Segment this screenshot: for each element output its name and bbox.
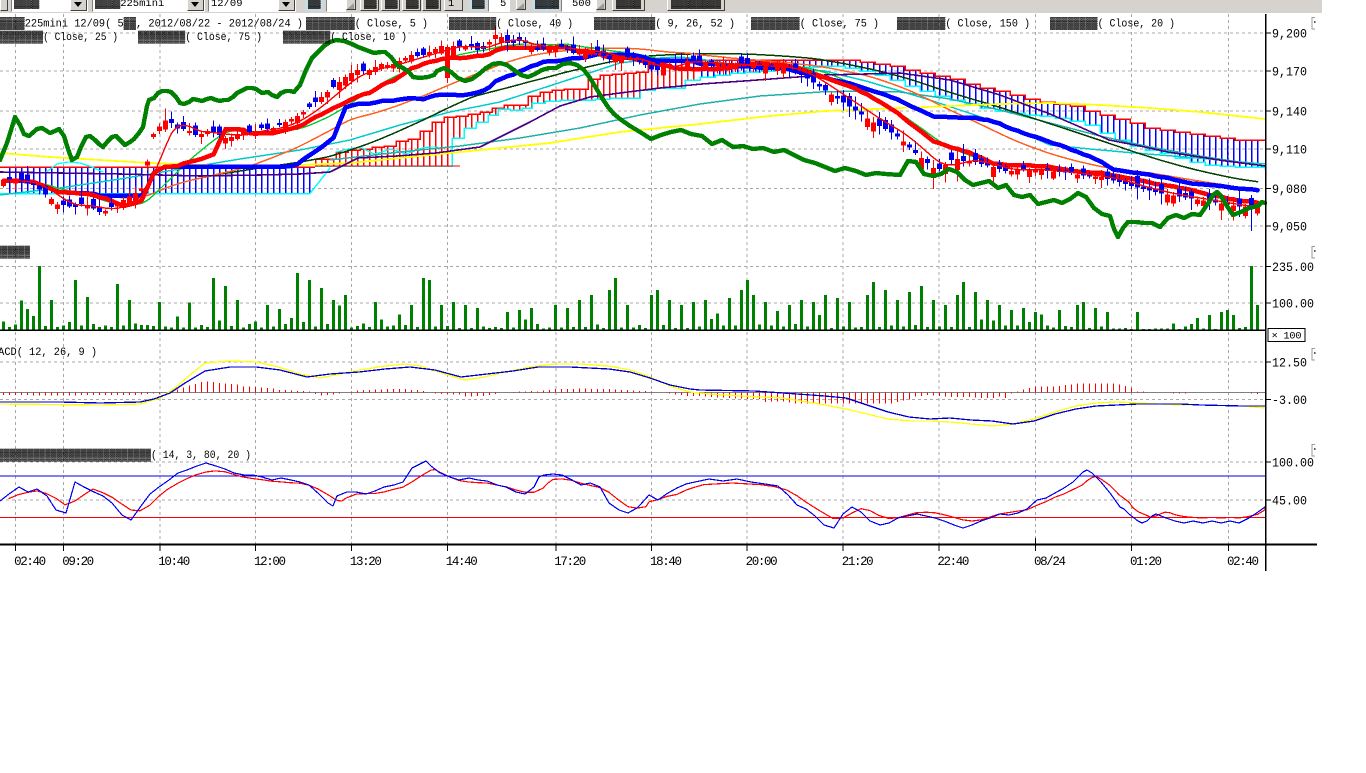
svg-text:12.50: 12.50 xyxy=(1272,357,1307,371)
svg-text:9,050: 9,050 xyxy=(1272,221,1307,235)
svg-text:▓▓▓▓▓▓▓▓( Close, 25 ): ▓▓▓▓▓▓▓▓( Close, 25 ) xyxy=(0,30,118,44)
svg-text:9,170: 9,170 xyxy=(1272,65,1307,79)
svg-text:235.00: 235.00 xyxy=(1272,261,1314,275)
svg-text:▓▓▓▓▓▓: ▓▓▓▓▓▓ xyxy=(0,245,30,259)
svg-text:▓▓▓▓▓▓▓▓( Close, 150 ): ▓▓▓▓▓▓▓▓( Close, 150 ) xyxy=(897,17,1030,31)
svg-text:02:40: 02:40 xyxy=(1227,555,1259,569)
svg-text:9,110: 9,110 xyxy=(1272,144,1307,158)
svg-text:9,140: 9,140 xyxy=(1272,105,1307,119)
svg-text:9,200: 9,200 xyxy=(1272,28,1307,42)
svg-text:08/24: 08/24 xyxy=(1034,555,1066,569)
svg-text:▓▓▓▓▓▓▓▓( Close, 20 ): ▓▓▓▓▓▓▓▓( Close, 20 ) xyxy=(1050,17,1175,31)
svg-text:10:40: 10:40 xyxy=(158,555,190,569)
svg-text:100.00: 100.00 xyxy=(1272,297,1314,311)
svg-text:▓▓▓▓▓▓▓▓▓▓( 9, 26, 52 ): ▓▓▓▓▓▓▓▓▓▓( 9, 26, 52 ) xyxy=(594,17,735,31)
svg-text:▓▓▓▓▓▓▓▓( Close, 75 ): ▓▓▓▓▓▓▓▓( Close, 75 ) xyxy=(751,17,879,31)
svg-text:▓▓▓▓▓▓▓▓( Close, 40 ): ▓▓▓▓▓▓▓▓( Close, 40 ) xyxy=(449,17,573,31)
svg-text:14:40: 14:40 xyxy=(446,555,478,569)
svg-text:-3.00: -3.00 xyxy=(1272,394,1307,408)
svg-text:02:40: 02:40 xyxy=(14,555,46,569)
svg-text:▓▓▓▓▓▓▓▓( Close, 5 ): ▓▓▓▓▓▓▓▓( Close, 5 ) xyxy=(306,17,428,31)
svg-text:MACD( 12, 26, 9 ): MACD( 12, 26, 9 ) xyxy=(0,347,97,359)
svg-text:9,080: 9,080 xyxy=(1272,183,1307,197)
svg-text:13:20: 13:20 xyxy=(350,555,382,569)
svg-text:22:40: 22:40 xyxy=(937,555,969,569)
svg-text:45.00: 45.00 xyxy=(1272,495,1307,509)
svg-text:17:20: 17:20 xyxy=(554,555,586,569)
svg-text:20:00: 20:00 xyxy=(746,555,778,569)
svg-text:100.00: 100.00 xyxy=(1272,457,1314,471)
svg-text:09:20: 09:20 xyxy=(62,555,94,569)
svg-text:▓▓▓▓▓▓▓▓▓▓▓▓▓▓▓▓▓▓▓▓▓▓▓▓▓▓( 14: ▓▓▓▓▓▓▓▓▓▓▓▓▓▓▓▓▓▓▓▓▓▓▓▓▓▓( 14, 3, 80, 2… xyxy=(0,448,251,462)
svg-text:▓▓▓▓▓▓▓▓( Close, 10 ): ▓▓▓▓▓▓▓▓( Close, 10 ) xyxy=(283,30,407,44)
svg-text:12:00: 12:00 xyxy=(254,555,286,569)
svg-text:21:20: 21:20 xyxy=(842,555,874,569)
svg-text:01:20: 01:20 xyxy=(1130,555,1162,569)
svg-text:18:40: 18:40 xyxy=(650,555,682,569)
svg-text:▓▓▓▓▓▓▓▓( Close, 75 ): ▓▓▓▓▓▓▓▓( Close, 75 ) xyxy=(138,30,262,44)
svg-text:× 100: × 100 xyxy=(1272,331,1302,343)
svg-text:▓▓▓▓225mini 12/09( 5▓▓, 2012/0: ▓▓▓▓225mini 12/09( 5▓▓, 2012/08/22 - 201… xyxy=(0,17,303,31)
